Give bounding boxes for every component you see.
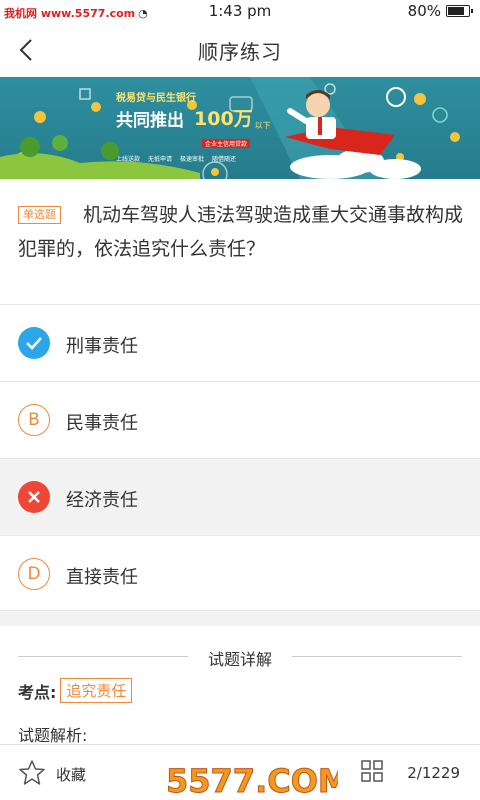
watermark-text: 5577.COM: [166, 762, 338, 800]
nav-header: 顺序练习: [0, 24, 480, 76]
banner-amount-suffix: 以下: [254, 121, 271, 130]
page-title: 顺序练习: [198, 40, 282, 64]
question-text: 单选题 机动车驾驶人违法驾驶造成重大交通事故构成犯罪的，依法追究什么责任？: [18, 198, 466, 266]
option-d-letter-icon: D: [18, 558, 50, 590]
watermark-logo: 5577.COM: [158, 754, 350, 800]
cross-icon: [18, 481, 50, 513]
check-icon: [18, 327, 50, 359]
kaodian-label: 考点:: [18, 682, 57, 702]
analysis-label: 试题解析:: [18, 726, 88, 745]
status-bar: 我机网 www.5577.com ◔ 1:43 pm 80%: [0, 0, 480, 24]
question-body: 机动车驾驶人违法驾驶造成重大交通事故构成犯罪的，依法追究什么责任？: [18, 204, 464, 260]
option-d[interactable]: D 直接责任: [0, 535, 480, 612]
option-b-letter-icon: B: [18, 404, 50, 436]
question-type-tag: 单选题: [18, 206, 61, 224]
star-icon[interactable]: [18, 759, 46, 787]
option-c[interactable]: 经济责任: [0, 458, 480, 535]
battery-icon: [446, 5, 473, 17]
option-b[interactable]: B 民事责任: [0, 381, 480, 458]
banner-features: 上线送款 无抵申请 极速审批 随借随还: [116, 154, 271, 163]
banner-feature: 无抵申请: [148, 156, 173, 163]
option-a[interactable]: 刑事责任: [0, 304, 480, 381]
favorite-label[interactable]: 收藏: [56, 764, 86, 785]
battery-fill: [448, 7, 464, 15]
option-d-text: 直接责任: [66, 567, 138, 588]
banner-feature: 极速审批: [180, 156, 205, 163]
back-icon[interactable]: [14, 36, 42, 64]
banner-feature: 上线送款: [116, 156, 141, 163]
kaodian-row: 考点: 追究责任: [18, 678, 133, 703]
detail-title: 试题详解: [207, 650, 272, 669]
page-counter: 2/1229: [407, 764, 460, 782]
option-c-text: 经济责任: [66, 490, 138, 511]
option-b-text: 民事责任: [66, 413, 138, 434]
section-divider: [0, 610, 480, 626]
kaodian-tag[interactable]: 追究责任: [60, 678, 133, 703]
banner-text: 税易贷与民生银行 共同推出 100万 以下 企业主信用贷款 上线送款 无抵申请 …: [116, 89, 271, 163]
banner-feature: 随借随还: [212, 156, 237, 163]
ad-banner[interactable]: 税易贷与民生银行 共同推出 100万 以下 企业主信用贷款 上线送款 无抵申请 …: [0, 77, 480, 179]
banner-line1: 税易贷与民生银行: [116, 93, 196, 104]
options-list: 刑事责任 B 民事责任 经济责任 D 直接责任: [0, 304, 480, 612]
banner-amount: 100万: [194, 108, 253, 130]
grid-icon[interactable]: [360, 759, 384, 783]
battery-percent: 80%: [407, 2, 441, 20]
status-right: 80%: [407, 2, 473, 20]
banner-sub: 企业主信用贷款: [202, 139, 251, 148]
option-a-text: 刑事责任: [66, 336, 138, 357]
banner-line2: 共同推出: [116, 111, 184, 131]
detail-header: 试题详解: [18, 645, 462, 669]
